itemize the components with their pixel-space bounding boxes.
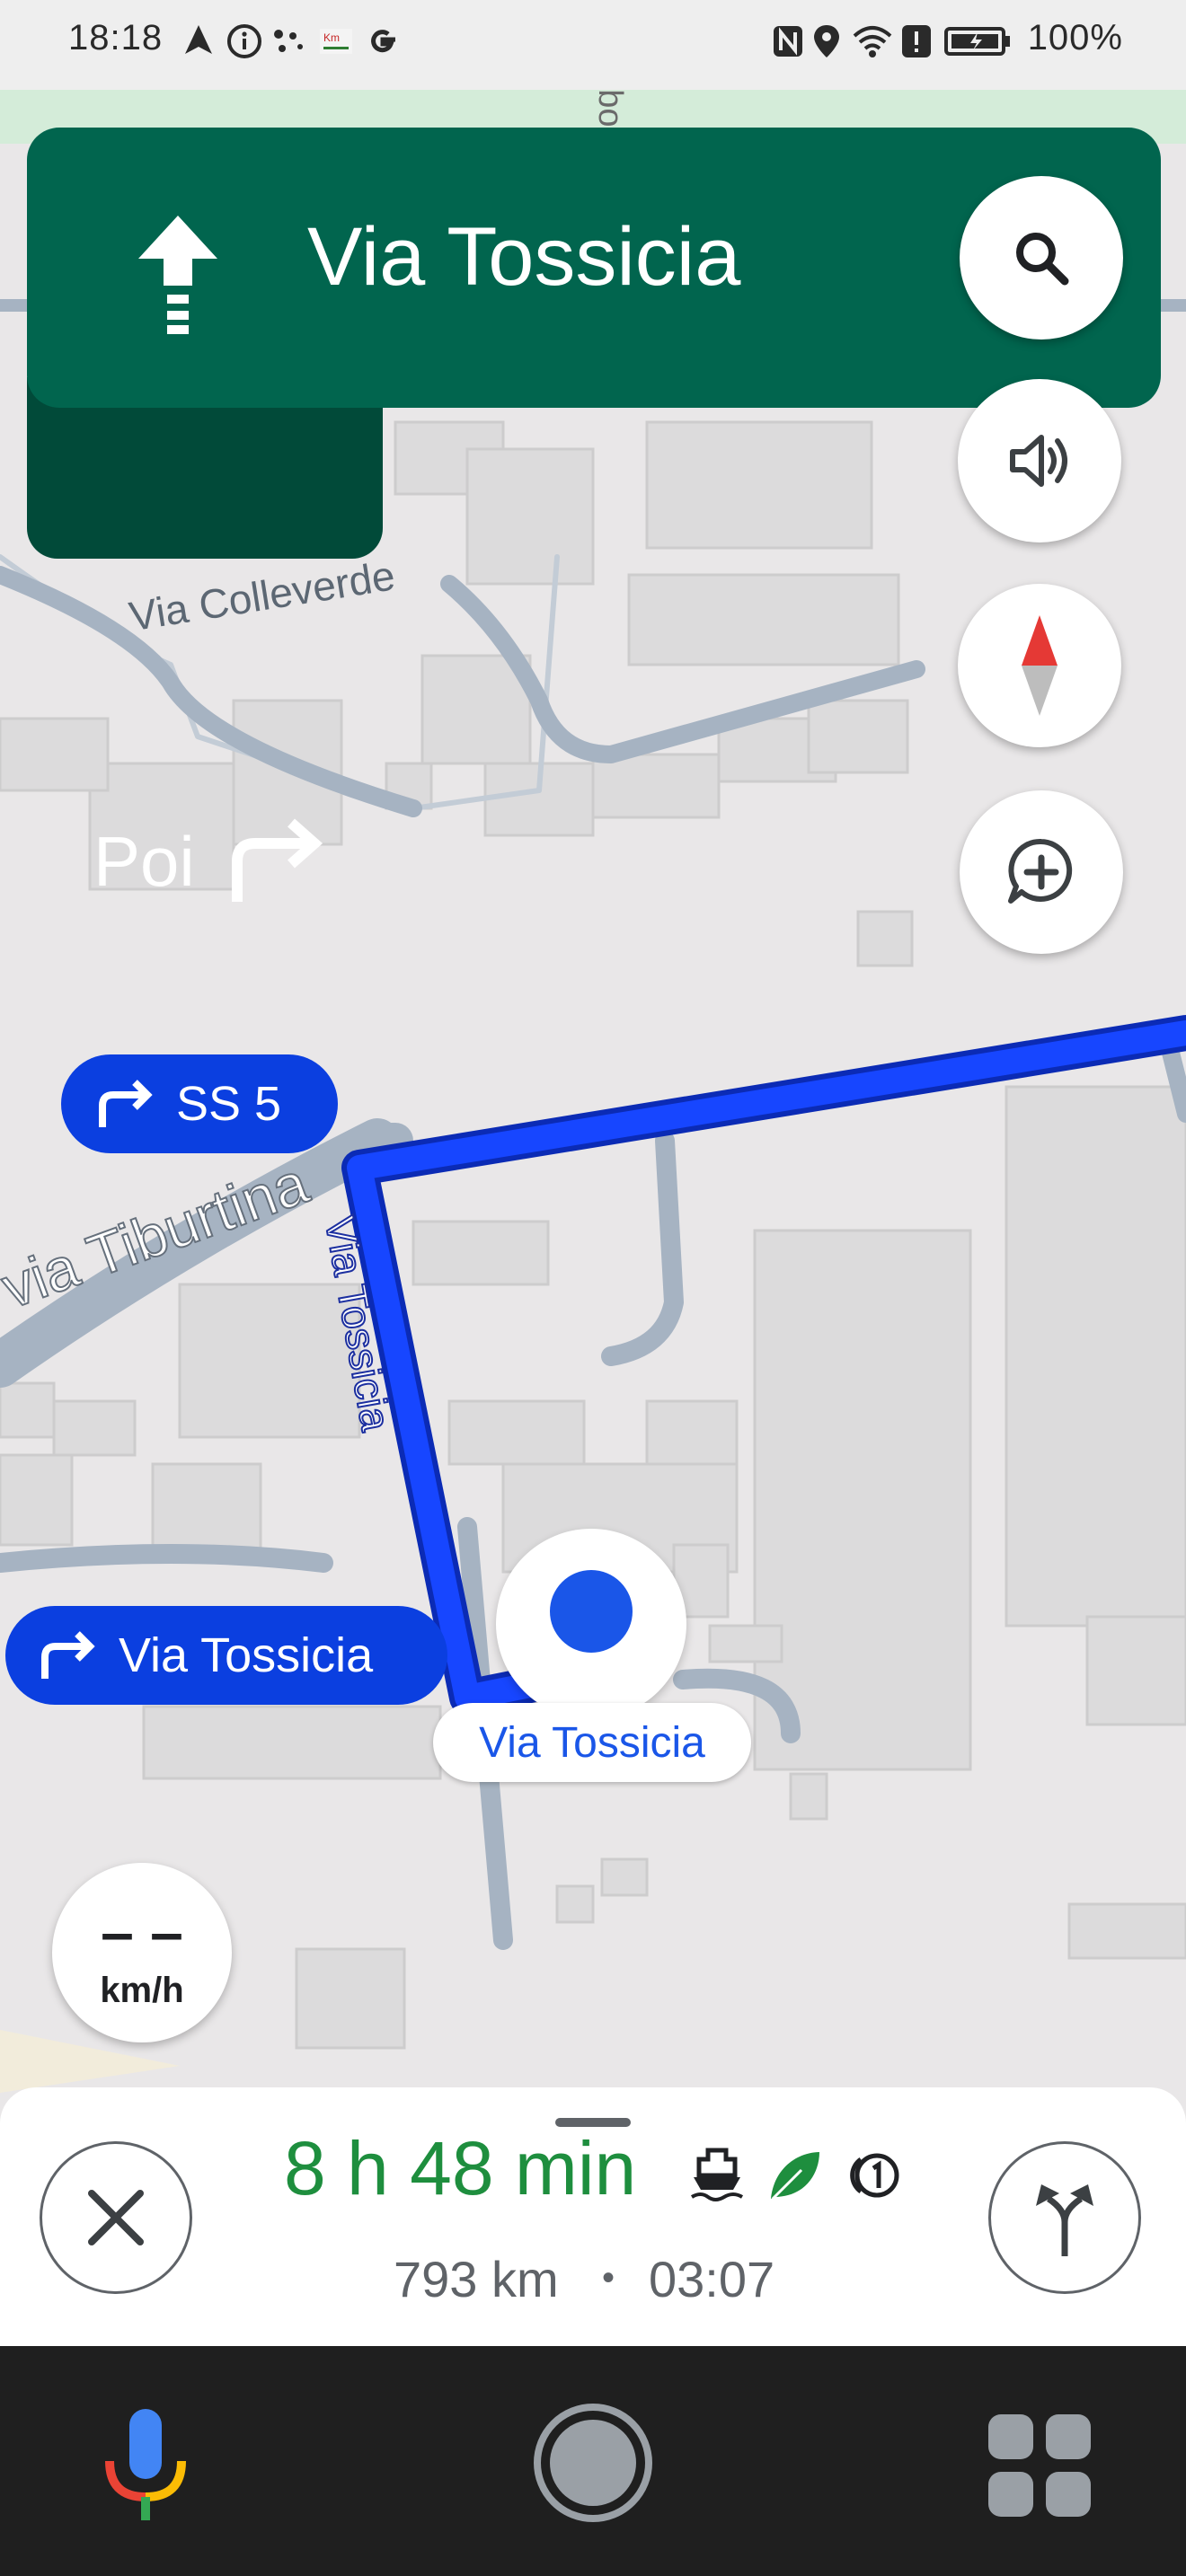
speed-unit: km/h <box>100 1971 184 2010</box>
toll-icon <box>850 2153 899 2198</box>
eco-leaf-icon <box>771 2152 819 2201</box>
exit-navigation-button[interactable] <box>40 2141 192 2294</box>
alternate-routes-button[interactable] <box>988 2141 1141 2294</box>
arrival-time: 03:07 <box>649 2251 775 2307</box>
compass-button[interactable] <box>958 584 1121 747</box>
wifi-icon <box>853 26 892 57</box>
trip-distance: 793 km <box>394 2251 559 2307</box>
route-label-ss5-text: SS 5 <box>176 1077 282 1131</box>
volume-icon <box>1010 435 1067 487</box>
close-icon <box>88 2190 144 2245</box>
dots-icon <box>274 30 303 52</box>
speedometer: – – km/h <box>52 1863 232 2042</box>
nfc-icon <box>774 26 802 57</box>
route-label-ss5[interactable]: SS 5 <box>61 1054 338 1153</box>
current-location-dot <box>550 1570 633 1653</box>
battery-percentage: 100% <box>1027 18 1123 57</box>
add-report-icon <box>1008 838 1073 904</box>
svg-text:Km: Km <box>323 31 340 44</box>
search-button[interactable] <box>960 176 1123 340</box>
app-notification-icon: Km <box>320 29 352 54</box>
turn-right-icon <box>99 1080 153 1127</box>
location-icon <box>814 25 839 57</box>
turn-right-icon <box>41 1631 95 1679</box>
system-navigation-bar <box>0 2346 1186 2576</box>
current-street-name: Via Tossicia <box>307 211 741 303</box>
volume-button[interactable] <box>958 379 1121 543</box>
ferry-icon <box>690 2148 744 2201</box>
battery-icon <box>944 27 1010 56</box>
eta-duration: 8 h 48 min <box>284 2126 637 2210</box>
trip-separator: • <box>602 2258 615 2298</box>
current-location-label-text: Via Tossicia <box>479 1718 705 1767</box>
navigation-arrow-icon <box>185 25 212 54</box>
app-grid-icon[interactable] <box>985 2411 1094 2520</box>
route-label-via-tossicia[interactable]: Via Tossicia <box>5 1606 447 1705</box>
compass-icon <box>1022 615 1058 716</box>
report-incident-button[interactable] <box>960 790 1123 954</box>
straight-arrow-icon <box>138 216 217 334</box>
microphone-icon[interactable] <box>95 2404 196 2529</box>
google-icon <box>371 30 395 53</box>
info-icon <box>227 24 261 58</box>
speed-value: – – <box>101 1899 183 1965</box>
status-bar: 18:18 Km 100% <box>0 0 1186 90</box>
alert-icon <box>902 25 931 57</box>
current-location-label: Via Tossicia <box>433 1703 751 1782</box>
then-label: Poi <box>93 822 195 901</box>
alternate-route-icon <box>1036 2184 1093 2256</box>
search-icon <box>1016 233 1069 286</box>
home-button-icon[interactable] <box>530 2400 656 2526</box>
route-label-via-tossicia-text: Via Tossicia <box>119 1628 374 1682</box>
turn-right-icon <box>232 818 323 902</box>
status-time: 18:18 <box>68 18 164 57</box>
